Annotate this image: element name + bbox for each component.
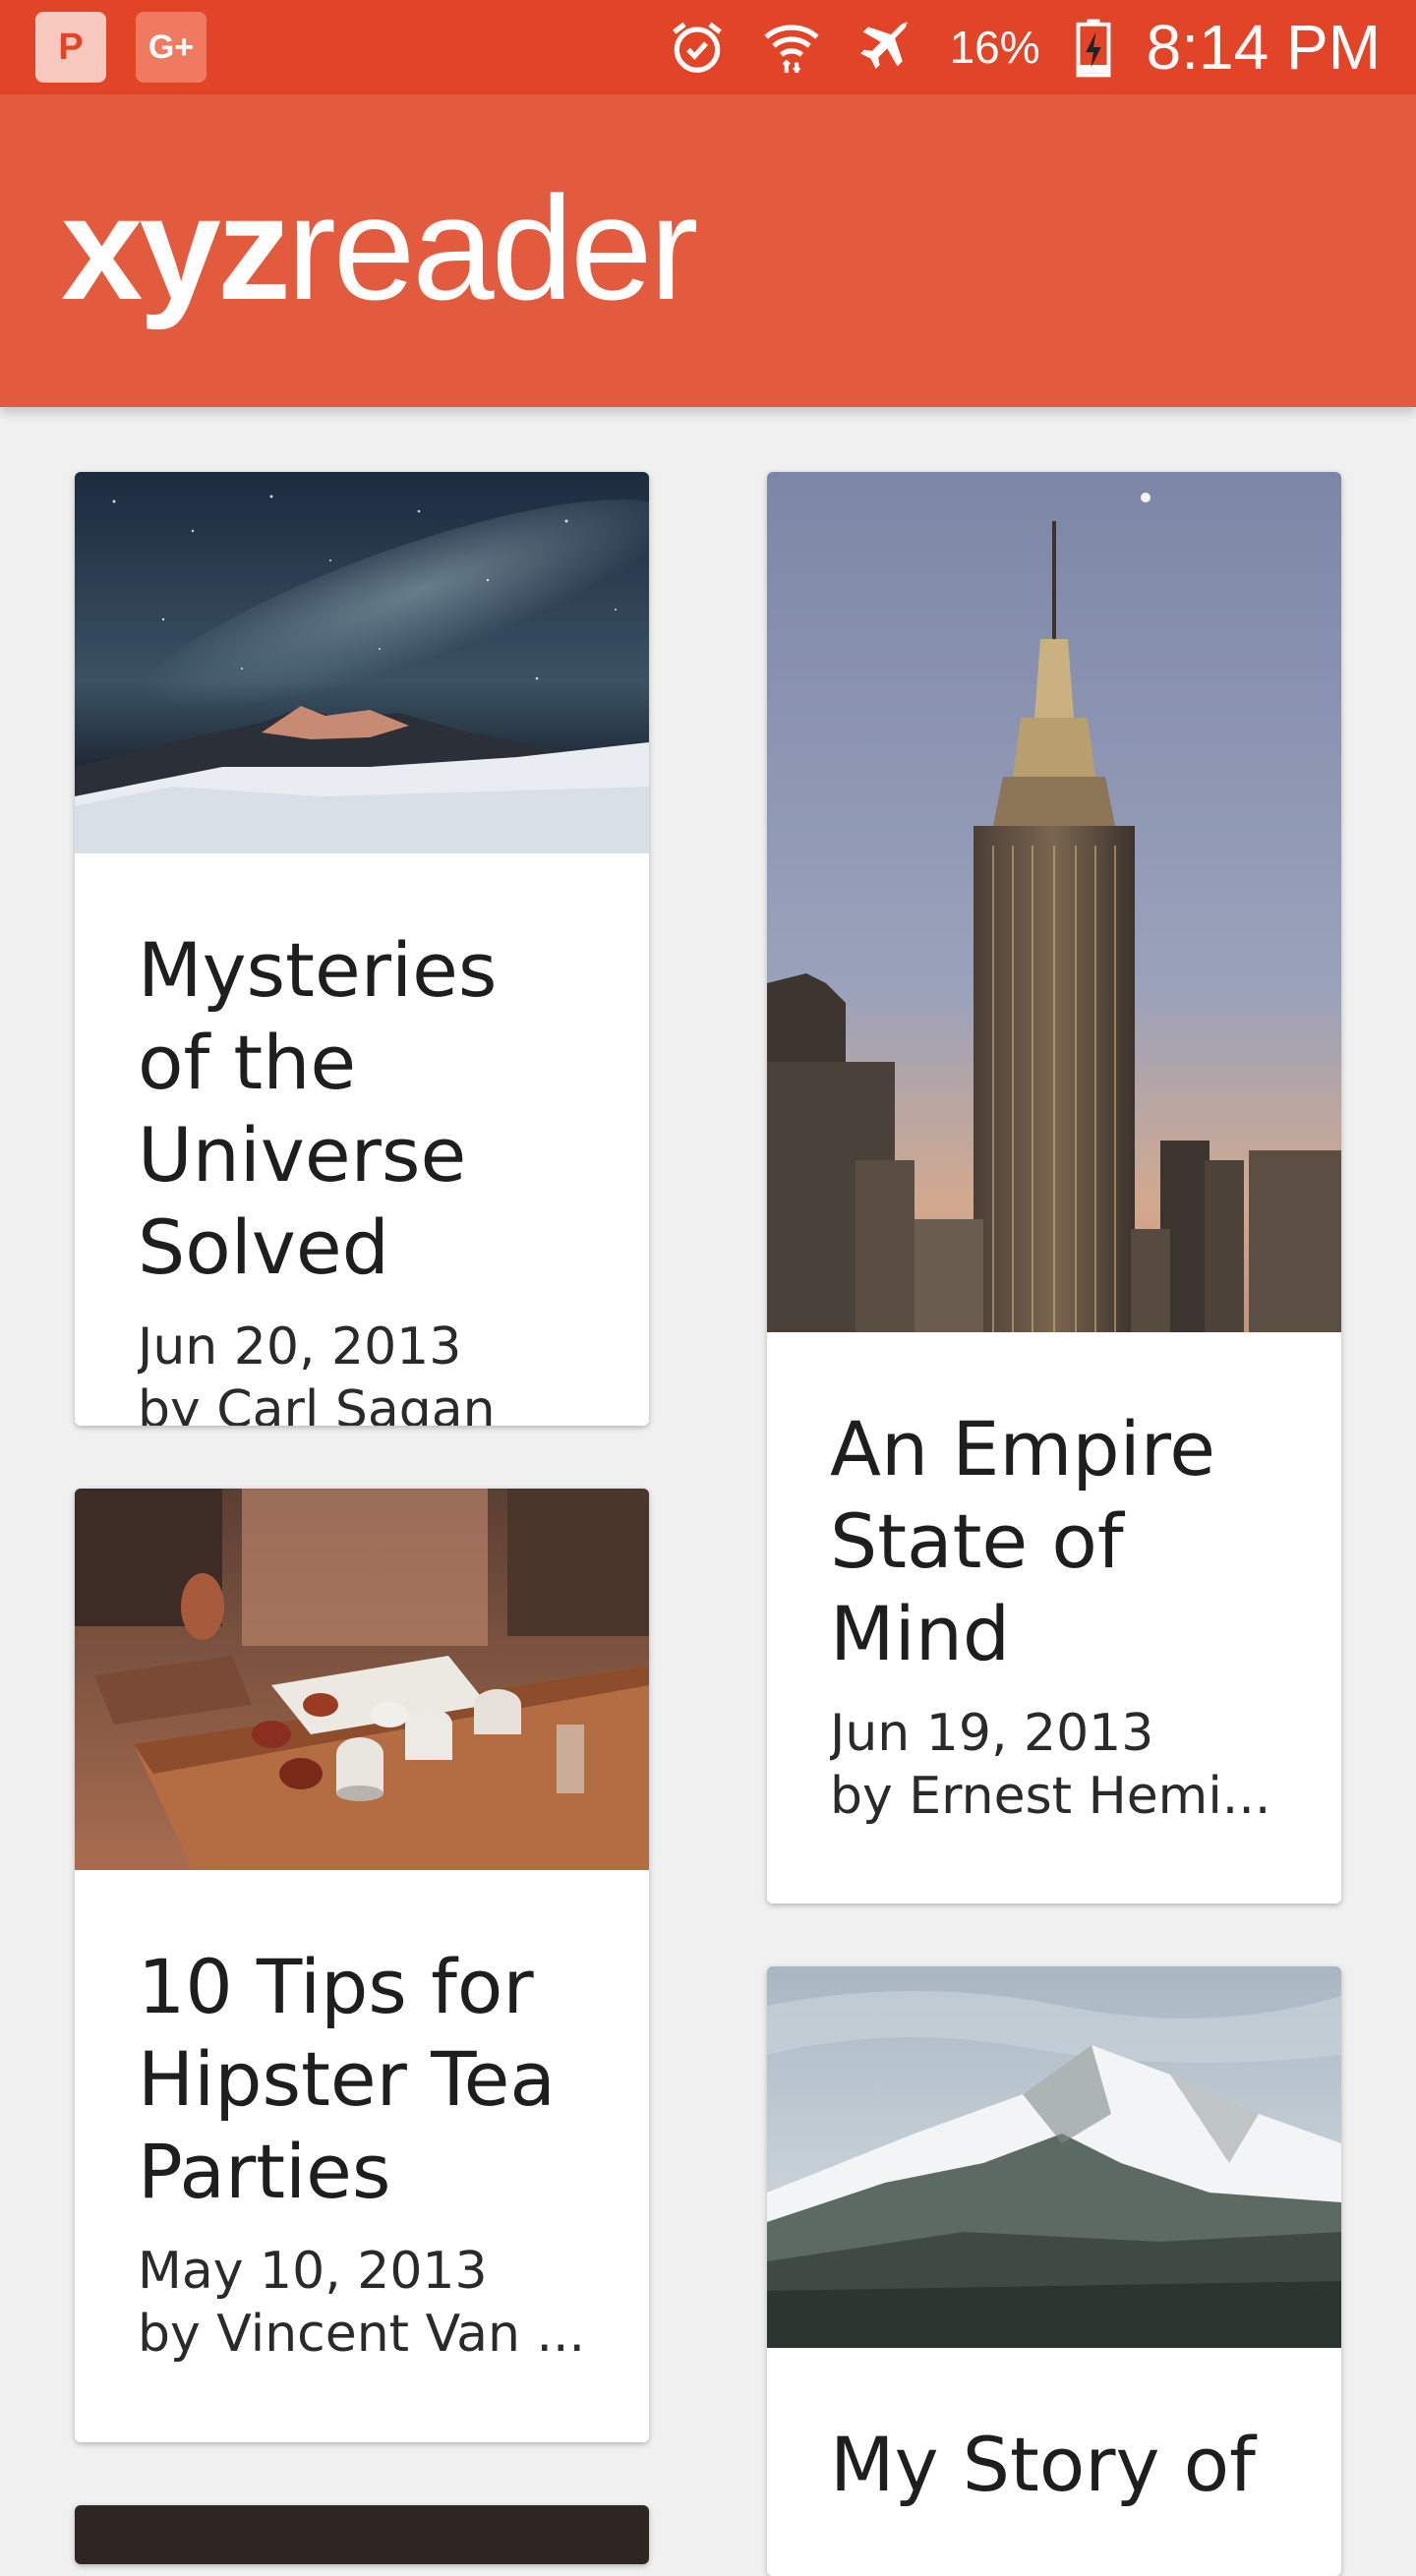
article-title: Mysteries of the Universe Solved <box>138 926 498 1291</box>
app-logo: xyz reader <box>61 163 699 333</box>
article-date: Jun 20, 2013 <box>138 1317 462 1376</box>
pocket-casts-icon: P <box>35 12 106 83</box>
battery-percent: 16% <box>949 22 1040 73</box>
snowy-mountain-image <box>767 1966 1341 2348</box>
tea-cups-image <box>75 1489 649 1870</box>
battery-charging-icon <box>1076 19 1111 78</box>
article-thumbnail <box>75 2505 649 2564</box>
article-card-my-story[interactable]: My Story of <box>767 1966 1341 2576</box>
article-card-partial[interactable] <box>75 2505 649 2564</box>
article-thumbnail <box>767 472 1341 1332</box>
article-author: by Carl Sagan <box>138 1380 496 1426</box>
night-sky-image <box>75 472 649 853</box>
article-author: by Ernest Hemi... <box>830 1767 1271 1826</box>
article-title: An Empire State of Mind <box>830 1405 1216 1677</box>
empire-state-image <box>767 472 1341 1332</box>
article-thumbnail <box>75 1489 649 1870</box>
article-card-empire-state[interactable]: An Empire State of Mind Jun 19, 2013 by … <box>767 472 1341 1903</box>
article-date: Jun 19, 2013 <box>830 1704 1154 1763</box>
logo-reader: reader <box>286 165 699 330</box>
airplane-mode-icon <box>859 20 909 69</box>
status-bar: P G+ 16% 8:14 PM <box>0 0 1416 94</box>
google-plus-icon: G+ <box>136 12 206 83</box>
app-bar: xyz reader <box>0 94 1416 407</box>
article-thumbnail <box>767 1966 1341 2348</box>
clock: 8:14 PM <box>1146 12 1381 83</box>
logo-xyz: xyz <box>61 165 291 330</box>
article-title: My Story of <box>830 2421 1256 2508</box>
article-date: May 10, 2013 <box>138 2242 488 2301</box>
wifi-icon <box>764 25 819 74</box>
article-title: 10 Tips for Hipster Tea Parties <box>138 1943 556 2215</box>
article-card-mysteries[interactable]: Mysteries of the Universe Solved Jun 20,… <box>75 472 649 1426</box>
article-card-tea-parties[interactable]: 10 Tips for Hipster Tea Parties May 10, … <box>75 1489 649 2442</box>
alarm-icon <box>672 22 722 73</box>
article-thumbnail <box>75 472 649 853</box>
article-author: by Vincent Van ... <box>138 2305 586 2364</box>
